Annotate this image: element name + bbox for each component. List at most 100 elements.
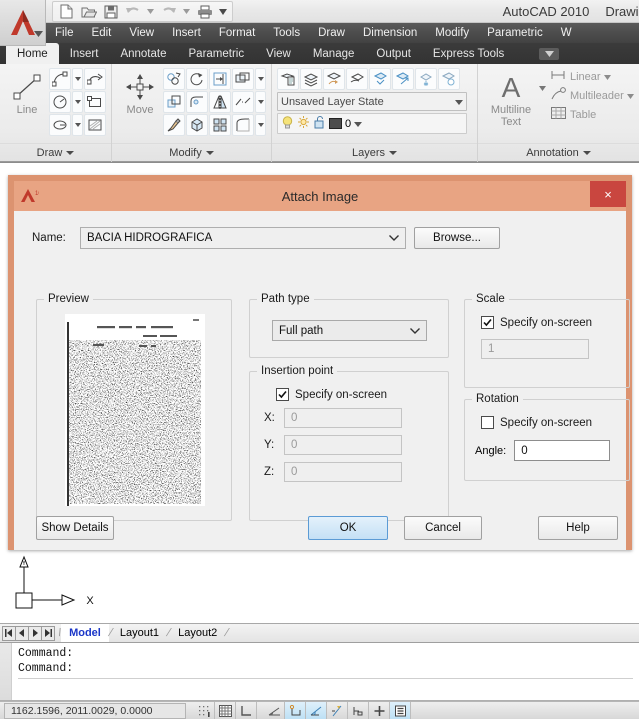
menu-window[interactable]: W bbox=[552, 23, 581, 43]
chevron-down-icon[interactable] bbox=[66, 151, 75, 155]
menu-bar[interactable]: File Edit View Insert Format Tools Draw … bbox=[0, 23, 639, 43]
copy-icon[interactable] bbox=[163, 68, 185, 90]
rotation-specify-onscreen-checkbox[interactable] bbox=[481, 416, 494, 429]
ortho-icon[interactable] bbox=[236, 702, 257, 719]
insertion-specify-onscreen-checkbox[interactable] bbox=[276, 388, 289, 401]
chevron-down-icon[interactable] bbox=[455, 96, 463, 108]
multiline-text-button[interactable]: A Multiline Text bbox=[483, 68, 539, 128]
dyn-icon[interactable] bbox=[369, 702, 390, 719]
close-icon[interactable]: × bbox=[590, 181, 626, 207]
ribbon-minimize-icon[interactable] bbox=[539, 48, 560, 60]
freeze-sun-icon[interactable] bbox=[297, 115, 310, 132]
chevron-down-icon[interactable] bbox=[626, 90, 634, 102]
tab-annotate[interactable]: Annotate bbox=[109, 43, 177, 64]
insertion-specify-onscreen-row[interactable]: Specify on-screen bbox=[276, 388, 448, 401]
osnap-icon[interactable] bbox=[285, 702, 306, 719]
ribbon-tab-bar[interactable]: Home Insert Annotate Parametric View Man… bbox=[0, 43, 639, 64]
redo-icon[interactable] bbox=[158, 2, 179, 21]
menu-modify[interactable]: Modify bbox=[426, 23, 478, 43]
undo-icon[interactable] bbox=[122, 2, 143, 21]
3d-array-icon[interactable] bbox=[186, 114, 208, 136]
tab-insert[interactable]: Insert bbox=[59, 43, 110, 64]
layout-tab-layout1[interactable]: Layout1 bbox=[112, 624, 167, 642]
layer-previous-icon[interactable] bbox=[346, 68, 368, 90]
circle-icon[interactable] bbox=[49, 91, 71, 113]
ellipse-icon[interactable] bbox=[49, 114, 71, 136]
lightbulb-icon[interactable] bbox=[281, 115, 294, 132]
panel-title-layers[interactable]: Layers bbox=[272, 143, 477, 162]
attach-image-dialog[interactable]: 10 Attach Image × Name: BACIA HIDROGRÁFI… bbox=[8, 175, 632, 550]
save-icon[interactable] bbox=[100, 2, 121, 21]
stretch-icon[interactable] bbox=[232, 91, 254, 113]
qat-customize-icon[interactable] bbox=[216, 2, 229, 21]
help-button[interactable]: Help bbox=[538, 516, 618, 540]
menu-parametric[interactable]: Parametric bbox=[478, 23, 552, 43]
arc-dropdown-icon[interactable] bbox=[72, 68, 83, 90]
menu-draw[interactable]: Draw bbox=[309, 23, 354, 43]
quick-access-toolbar[interactable] bbox=[52, 1, 233, 22]
match-properties-icon[interactable] bbox=[163, 114, 185, 136]
chevron-down-icon[interactable] bbox=[205, 151, 214, 155]
arc-icon[interactable] bbox=[49, 68, 71, 90]
menu-dimension[interactable]: Dimension bbox=[354, 23, 426, 43]
coordinate-display[interactable]: 1162.1596, 2011.0029, 0.0000 bbox=[4, 702, 186, 719]
tab-output[interactable]: Output bbox=[365, 43, 422, 64]
explode-icon[interactable] bbox=[232, 114, 254, 136]
tab-manage[interactable]: Manage bbox=[302, 43, 366, 64]
lineweight-icon[interactable] bbox=[390, 702, 411, 719]
command-line-grip[interactable] bbox=[0, 643, 12, 700]
menu-edit[interactable]: Edit bbox=[83, 23, 121, 43]
unlock-icon[interactable] bbox=[313, 115, 326, 132]
new-icon[interactable] bbox=[56, 2, 77, 21]
layer-color-swatch[interactable] bbox=[329, 118, 342, 129]
last-layout-icon[interactable] bbox=[41, 625, 55, 641]
layer-freeze-icon[interactable] bbox=[415, 68, 437, 90]
panel-title-annotation[interactable]: Annotation bbox=[478, 143, 639, 162]
layer-make-current-icon[interactable] bbox=[369, 68, 391, 90]
chevron-down-icon[interactable] bbox=[389, 151, 398, 155]
trim-icon[interactable] bbox=[209, 68, 231, 90]
app-menu-caret-icon[interactable] bbox=[34, 28, 43, 40]
tab-view[interactable]: View bbox=[255, 43, 302, 64]
command-input[interactable] bbox=[18, 678, 633, 696]
first-layout-icon[interactable] bbox=[2, 625, 16, 641]
redo-dropdown-icon[interactable] bbox=[180, 2, 193, 21]
layout-tab-layout2[interactable]: Layout2 bbox=[170, 624, 225, 642]
tab-express-tools[interactable]: Express Tools bbox=[422, 43, 515, 64]
dialog-title-bar[interactable]: 10 Attach Image × bbox=[14, 181, 626, 211]
show-details-button[interactable]: Show Details bbox=[36, 516, 114, 540]
plot-icon[interactable] bbox=[194, 2, 215, 21]
multiline-text-dropdown-icon[interactable] bbox=[539, 82, 546, 94]
tab-parametric[interactable]: Parametric bbox=[178, 43, 256, 64]
chevron-down-icon[interactable] bbox=[406, 327, 424, 334]
ellipse-dropdown-icon[interactable] bbox=[72, 114, 83, 136]
menu-tools[interactable]: Tools bbox=[264, 23, 309, 43]
fillet-icon[interactable] bbox=[186, 91, 208, 113]
rotation-specify-onscreen-row[interactable]: Specify on-screen bbox=[481, 416, 629, 429]
tab-home[interactable]: Home bbox=[6, 43, 59, 64]
circle-dropdown-icon[interactable] bbox=[72, 91, 83, 113]
array-icon[interactable] bbox=[209, 114, 231, 136]
open-icon[interactable] bbox=[78, 2, 99, 21]
grid-icon[interactable] bbox=[215, 702, 236, 719]
layer-state-combo[interactable]: Unsaved Layer State bbox=[277, 92, 467, 111]
layer-off-icon[interactable] bbox=[438, 68, 460, 90]
layout-tab-model[interactable]: Model bbox=[61, 624, 109, 642]
menu-view[interactable]: View bbox=[120, 23, 163, 43]
ok-button[interactable]: OK bbox=[308, 516, 388, 540]
chevron-down-icon[interactable] bbox=[354, 118, 363, 130]
autocad-app-menu-button[interactable] bbox=[0, 0, 46, 46]
rectangle-icon[interactable] bbox=[84, 91, 106, 113]
insertion-y-input[interactable]: 0 bbox=[284, 435, 402, 455]
panel-title-modify[interactable]: Modify bbox=[112, 143, 271, 162]
offset-dropdown-icon[interactable] bbox=[255, 68, 266, 90]
image-name-combo[interactable]: BACIA HIDROGRÁFICA bbox=[80, 227, 406, 249]
hatch-icon[interactable] bbox=[84, 114, 106, 136]
command-line-window[interactable]: Command: Command: bbox=[0, 643, 639, 701]
insertion-x-input[interactable]: 0 bbox=[284, 408, 402, 428]
table-item[interactable]: Table bbox=[550, 106, 634, 123]
scale-specify-onscreen-row[interactable]: Specify on-screen bbox=[481, 316, 629, 329]
current-layer-control[interactable]: 0 bbox=[277, 113, 467, 134]
layer-match-icon[interactable] bbox=[323, 68, 345, 90]
chevron-down-icon[interactable] bbox=[385, 235, 403, 241]
